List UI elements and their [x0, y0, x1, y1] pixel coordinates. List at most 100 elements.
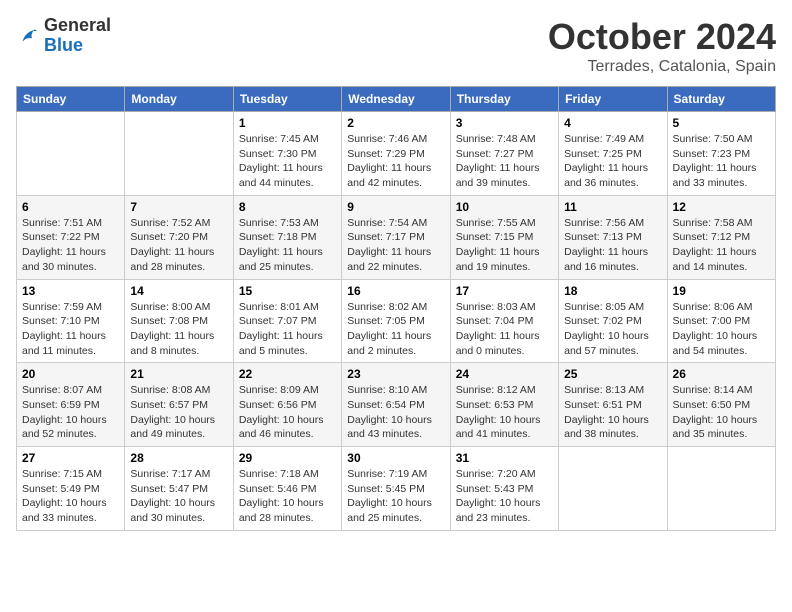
day-info: Sunrise: 7:45 AM Sunset: 7:30 PM Dayligh… — [239, 132, 336, 191]
day-cell: 28Sunrise: 7:17 AM Sunset: 5:47 PM Dayli… — [125, 447, 233, 531]
day-cell: 26Sunrise: 8:14 AM Sunset: 6:50 PM Dayli… — [667, 363, 775, 447]
day-number: 22 — [239, 367, 336, 381]
header-cell-sunday: Sunday — [17, 87, 125, 112]
day-info: Sunrise: 7:54 AM Sunset: 7:17 PM Dayligh… — [347, 216, 444, 275]
day-info: Sunrise: 7:58 AM Sunset: 7:12 PM Dayligh… — [673, 216, 770, 275]
day-cell: 24 Sunrise: 8:12 AM Sunset: 6:53 PM Dayli… — [450, 363, 558, 447]
logo-bird-icon — [16, 24, 40, 48]
day-info: Sunrise: 8:00 AM Sunset: 7:08 PM Dayligh… — [130, 300, 227, 359]
day-info: Sunrise: 7:51 AM Sunset: 7:22 PM Dayligh… — [22, 216, 119, 275]
day-cell: 17Sunrise: 8:03 AM Sunset: 7:04 PM Dayli… — [450, 279, 558, 363]
day-info: Sunrise: 7:46 AM Sunset: 7:29 PM Dayligh… — [347, 132, 444, 191]
week-row-1: 1 Sunrise: 7:45 AM Sunset: 7:30 PM Daylig… — [17, 112, 776, 196]
day-cell: 2 Sunrise: 7:46 AM Sunset: 7:29 PM Daylig… — [342, 112, 450, 196]
day-number: 17 — [456, 284, 553, 298]
day-info: Sunrise: 8:08 AM Sunset: 6:57 PM Dayligh… — [130, 383, 227, 442]
day-number: 4 — [564, 116, 661, 130]
header-cell-monday: Monday — [125, 87, 233, 112]
day-number: 5 — [673, 116, 770, 130]
day-info: Sunrise: 7:18 AM Sunset: 5:46 PM Dayligh… — [239, 467, 336, 526]
day-number: 18 — [564, 284, 661, 298]
day-cell: 18 Sunrise: 8:05 AM Sunset: 7:02 PM Dayli… — [559, 279, 667, 363]
calendar-body: 1 Sunrise: 7:45 AM Sunset: 7:30 PM Daylig… — [17, 112, 776, 531]
day-info: Sunrise: 7:56 AM Sunset: 7:13 PM Dayligh… — [564, 216, 661, 275]
calendar-table: SundayMondayTuesdayWednesdayThursdayFrid… — [16, 86, 776, 531]
day-info: Sunrise: 7:49 AM Sunset: 7:25 PM Dayligh… — [564, 132, 661, 191]
day-cell: 31 Sunrise: 7:20 AM Sunset: 5:43 PM Dayli… — [450, 447, 558, 531]
day-cell: 19 Sunrise: 8:06 AM Sunset: 7:00 PM Dayli… — [667, 279, 775, 363]
day-info: Sunrise: 8:12 AM Sunset: 6:53 PM Dayligh… — [456, 383, 553, 442]
day-number: 7 — [130, 200, 227, 214]
day-info: Sunrise: 7:17 AM Sunset: 5:47 PM Dayligh… — [130, 467, 227, 526]
week-row-3: 13Sunrise: 7:59 AM Sunset: 7:10 PM Dayli… — [17, 279, 776, 363]
day-cell: 30Sunrise: 7:19 AM Sunset: 5:45 PM Dayli… — [342, 447, 450, 531]
header-cell-friday: Friday — [559, 87, 667, 112]
day-cell — [17, 112, 125, 196]
day-cell: 7 Sunrise: 7:52 AM Sunset: 7:20 PM Daylig… — [125, 195, 233, 279]
day-info: Sunrise: 7:19 AM Sunset: 5:45 PM Dayligh… — [347, 467, 444, 526]
day-number: 1 — [239, 116, 336, 130]
week-row-2: 6 Sunrise: 7:51 AM Sunset: 7:22 PM Daylig… — [17, 195, 776, 279]
day-cell: 5 Sunrise: 7:50 AM Sunset: 7:23 PM Daylig… — [667, 112, 775, 196]
day-info: Sunrise: 8:10 AM Sunset: 6:54 PM Dayligh… — [347, 383, 444, 442]
day-info: Sunrise: 8:13 AM Sunset: 6:51 PM Dayligh… — [564, 383, 661, 442]
day-info: Sunrise: 7:20 AM Sunset: 5:43 PM Dayligh… — [456, 467, 553, 526]
day-cell — [559, 447, 667, 531]
day-cell — [125, 112, 233, 196]
day-cell: 4 Sunrise: 7:49 AM Sunset: 7:25 PM Daylig… — [559, 112, 667, 196]
day-cell: 27Sunrise: 7:15 AM Sunset: 5:49 PM Dayli… — [17, 447, 125, 531]
day-number: 31 — [456, 451, 553, 465]
day-number: 27 — [22, 451, 119, 465]
day-number: 2 — [347, 116, 444, 130]
title-area: October 2024 Terrades, Catalonia, Spain — [548, 16, 776, 76]
week-row-5: 27Sunrise: 7:15 AM Sunset: 5:49 PM Dayli… — [17, 447, 776, 531]
month-title: October 2024 — [548, 16, 776, 58]
day-number: 16 — [347, 284, 444, 298]
day-info: Sunrise: 8:02 AM Sunset: 7:05 PM Dayligh… — [347, 300, 444, 359]
day-number: 3 — [456, 116, 553, 130]
day-number: 11 — [564, 200, 661, 214]
day-cell: 12 Sunrise: 7:58 AM Sunset: 7:12 PM Dayli… — [667, 195, 775, 279]
day-info: Sunrise: 7:52 AM Sunset: 7:20 PM Dayligh… — [130, 216, 227, 275]
day-number: 14 — [130, 284, 227, 298]
calendar-header: SundayMondayTuesdayWednesdayThursdayFrid… — [17, 87, 776, 112]
day-number: 9 — [347, 200, 444, 214]
day-number: 6 — [22, 200, 119, 214]
day-cell: 29Sunrise: 7:18 AM Sunset: 5:46 PM Dayli… — [233, 447, 341, 531]
page-header: General Blue October 2024 Terrades, Cata… — [16, 16, 776, 76]
day-info: Sunrise: 7:55 AM Sunset: 7:15 PM Dayligh… — [456, 216, 553, 275]
header-cell-wednesday: Wednesday — [342, 87, 450, 112]
day-cell: 22 Sunrise: 8:09 AM Sunset: 6:56 PM Dayli… — [233, 363, 341, 447]
day-cell: 6 Sunrise: 7:51 AM Sunset: 7:22 PM Daylig… — [17, 195, 125, 279]
day-number: 15 — [239, 284, 336, 298]
logo-general: General — [44, 16, 111, 36]
day-cell: 25Sunrise: 8:13 AM Sunset: 6:51 PM Dayli… — [559, 363, 667, 447]
day-info: Sunrise: 8:05 AM Sunset: 7:02 PM Dayligh… — [564, 300, 661, 359]
day-cell: 9 Sunrise: 7:54 AM Sunset: 7:17 PM Daylig… — [342, 195, 450, 279]
day-number: 12 — [673, 200, 770, 214]
day-number: 24 — [456, 367, 553, 381]
header-cell-saturday: Saturday — [667, 87, 775, 112]
day-cell: 11 Sunrise: 7:56 AM Sunset: 7:13 PM Dayli… — [559, 195, 667, 279]
day-number: 20 — [22, 367, 119, 381]
day-number: 19 — [673, 284, 770, 298]
header-row: SundayMondayTuesdayWednesdayThursdayFrid… — [17, 87, 776, 112]
day-info: Sunrise: 8:07 AM Sunset: 6:59 PM Dayligh… — [22, 383, 119, 442]
location: Terrades, Catalonia, Spain — [548, 58, 776, 76]
day-number: 21 — [130, 367, 227, 381]
day-info: Sunrise: 7:48 AM Sunset: 7:27 PM Dayligh… — [456, 132, 553, 191]
week-row-4: 20 Sunrise: 8:07 AM Sunset: 6:59 PM Dayli… — [17, 363, 776, 447]
day-info: Sunrise: 7:50 AM Sunset: 7:23 PM Dayligh… — [673, 132, 770, 191]
day-cell: 21 Sunrise: 8:08 AM Sunset: 6:57 PM Dayli… — [125, 363, 233, 447]
header-cell-tuesday: Tuesday — [233, 87, 341, 112]
day-info: Sunrise: 7:59 AM Sunset: 7:10 PM Dayligh… — [22, 300, 119, 359]
logo-text: General Blue — [44, 16, 111, 56]
day-cell: 1 Sunrise: 7:45 AM Sunset: 7:30 PM Daylig… — [233, 112, 341, 196]
day-info: Sunrise: 8:09 AM Sunset: 6:56 PM Dayligh… — [239, 383, 336, 442]
day-cell: 14 Sunrise: 8:00 AM Sunset: 7:08 PM Dayli… — [125, 279, 233, 363]
day-number: 8 — [239, 200, 336, 214]
day-info: Sunrise: 8:14 AM Sunset: 6:50 PM Dayligh… — [673, 383, 770, 442]
day-info: Sunrise: 8:06 AM Sunset: 7:00 PM Dayligh… — [673, 300, 770, 359]
day-number: 23 — [347, 367, 444, 381]
day-cell: 16 Sunrise: 8:02 AM Sunset: 7:05 PM Dayli… — [342, 279, 450, 363]
